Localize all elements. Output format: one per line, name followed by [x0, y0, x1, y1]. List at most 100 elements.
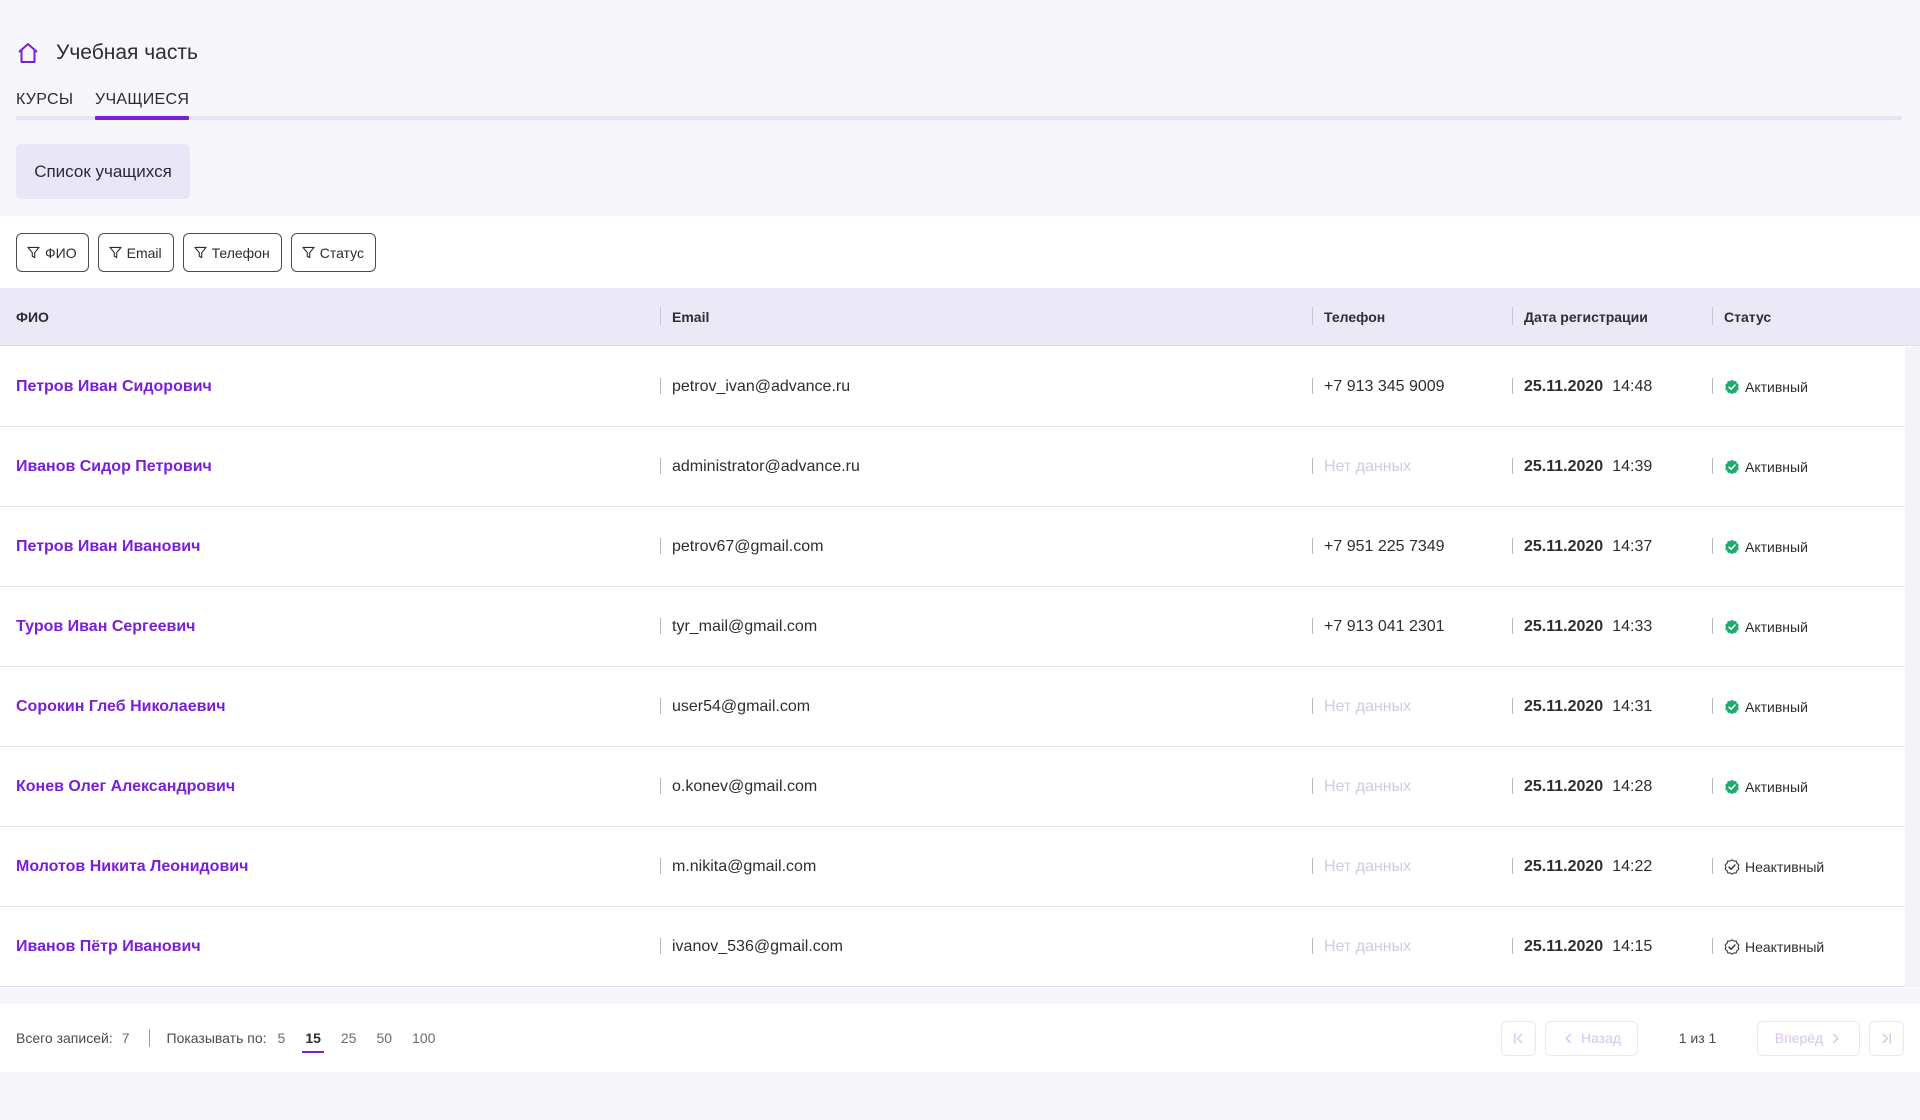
total-count: 7 [121, 1030, 130, 1046]
status-label: Активный [1745, 458, 1808, 475]
table-row[interactable]: Иванов Пётр Иванович ivanov_536@gmail.com… [0, 907, 1905, 987]
page-size-option[interactable]: 5 [277, 1030, 287, 1046]
cell-divider [660, 778, 661, 794]
check-badge-icon [1725, 699, 1739, 714]
tab-students[interactable]: УЧАЩИЕСЯ [95, 91, 190, 120]
registration-time: 14:15 [1612, 937, 1653, 955]
filter-email-button[interactable]: Email [97, 233, 174, 272]
filter-name-button[interactable]: ФИО [16, 233, 89, 272]
page-size-option[interactable]: 50 [375, 1030, 393, 1046]
records-summary: Всего записей: 7 Показывать по: 5 15 25 … [16, 1004, 436, 1072]
tab-courses[interactable]: КУРСЫ [16, 91, 73, 109]
cell-divider [1312, 538, 1313, 554]
column-header-email[interactable]: Email [672, 288, 709, 346]
cell-divider [660, 458, 661, 474]
page-size-option[interactable]: 25 [340, 1030, 358, 1046]
filter-icon [108, 246, 122, 259]
student-name-link[interactable]: Конев Олег Александрович [16, 747, 235, 826]
table-row[interactable]: Петров Иван Иванович petrov67@gmail.com +7… [0, 507, 1905, 587]
registration-time: 14:31 [1612, 697, 1653, 715]
status-label: Неактивный [1745, 858, 1825, 875]
registration-time: 14:33 [1612, 617, 1653, 635]
chevron-right-icon [1833, 1033, 1840, 1043]
student-name-link[interactable]: Сорокин Глеб Николаевич [16, 667, 226, 746]
student-email: m.nikita@gmail.com [672, 857, 817, 875]
page-size-option[interactable]: 100 [411, 1030, 436, 1046]
student-phone-empty: Нет данных [1324, 777, 1412, 795]
filter-status-label: Статус [319, 244, 364, 261]
check-badge-outline-icon [1724, 858, 1740, 875]
student-name-link[interactable]: Иванов Сидор Петрович [16, 427, 212, 506]
table-row[interactable]: Молотов Никита Леонидович m.nikita@gmail.… [0, 827, 1905, 907]
total-label: Всего записей: [16, 1030, 113, 1046]
registration-datetime: 25.11.2020 14:15 [1524, 907, 1652, 986]
column-header-status[interactable]: Статус [1724, 288, 1771, 346]
table-header: ФИО Email Телефон Дата регистрации Стату… [0, 288, 1920, 346]
registration-time: 14:48 [1612, 377, 1653, 395]
filter-status-button[interactable]: Статус [290, 233, 376, 272]
first-page-button[interactable] [1501, 1020, 1536, 1056]
registration-datetime: 25.11.2020 14:39 [1524, 427, 1652, 506]
registration-date: 25.11.2020 [1524, 937, 1604, 955]
registration-date: 25.11.2020 [1524, 777, 1604, 795]
check-badge-outline-icon [1724, 938, 1740, 955]
student-name-link[interactable]: Петров Иван Сидорович [16, 347, 212, 426]
cell-divider [1712, 778, 1713, 794]
registration-datetime: 25.11.2020 14:33 [1524, 587, 1652, 666]
table-row[interactable]: Сорокин Глеб Николаевич user54@gmail.com Н… [0, 667, 1905, 747]
status-active: Активный [1724, 667, 1808, 746]
vertical-scrollbar[interactable] [1905, 347, 1920, 987]
check-badge-icon [1725, 459, 1739, 474]
student-email: petrov67@gmail.com [672, 537, 824, 555]
cell-divider [1512, 538, 1513, 554]
registration-date: 25.11.2020 [1524, 537, 1604, 555]
page-size-option-selected[interactable]: 15 [302, 1030, 324, 1053]
filter-phone-button[interactable]: Телефон [182, 233, 282, 272]
registration-date: 25.11.2020 [1524, 377, 1604, 395]
column-header-phone[interactable]: Телефон [1324, 288, 1385, 346]
table-row[interactable]: Туров Иван Сергеевич tyr_mail@gmail.com +7… [0, 587, 1905, 667]
column-divider[interactable] [660, 307, 661, 325]
table-row[interactable]: Конев Олег Александрович o.konev@gmail.co… [0, 747, 1905, 827]
cell-divider [1312, 378, 1313, 394]
student-name-link[interactable]: Петров Иван Иванович [16, 507, 200, 586]
last-page-button[interactable] [1869, 1020, 1904, 1056]
table-row[interactable]: Иванов Сидор Петрович administrator@advan… [0, 427, 1905, 507]
check-badge-icon [1725, 379, 1739, 394]
status-label: Активный [1745, 778, 1808, 795]
student-email: user54@gmail.com [672, 697, 811, 715]
student-phone: +7 913 345 9009 [1324, 377, 1445, 395]
filter-phone-label: Телефон [211, 244, 270, 261]
registration-date: 25.11.2020 [1524, 457, 1604, 475]
student-phone-empty: Нет данных [1324, 857, 1412, 875]
status-active: Активный [1724, 427, 1808, 506]
registration-datetime: 25.11.2020 14:37 [1524, 507, 1652, 586]
column-header-date[interactable]: Дата регистрации [1524, 288, 1648, 346]
home-icon[interactable] [16, 41, 40, 65]
cell-divider [1712, 378, 1713, 394]
student-name-link[interactable]: Молотов Никита Леонидович [16, 827, 248, 906]
table-row[interactable]: Петров Иван Сидорович petrov_ivan@advance… [0, 347, 1905, 427]
student-name-link[interactable]: Иванов Пётр Иванович [16, 907, 201, 986]
filter-email-label: Email [126, 244, 162, 261]
cell-divider [1712, 938, 1713, 954]
next-page-label: Вперёд [1774, 1030, 1824, 1046]
column-header-name[interactable]: ФИО [16, 288, 49, 346]
registration-time: 14:28 [1612, 777, 1653, 795]
registration-datetime: 25.11.2020 14:22 [1524, 827, 1652, 906]
next-page-button[interactable]: Вперёд [1757, 1020, 1860, 1056]
column-divider[interactable] [1312, 307, 1313, 325]
cell-divider [1512, 938, 1513, 954]
student-name-link[interactable]: Туров Иван Сергеевич [16, 587, 195, 666]
cell-divider [660, 618, 661, 634]
cell-divider [1712, 698, 1713, 714]
column-divider[interactable] [1512, 307, 1513, 325]
page-header: Учебная часть [16, 38, 198, 68]
table-body: Петров Иван Сидорович petrov_ivan@advance… [0, 347, 1905, 987]
cell-divider [660, 378, 661, 394]
cell-divider [1312, 458, 1313, 474]
registration-date: 25.11.2020 [1524, 697, 1604, 715]
column-divider[interactable] [1712, 307, 1713, 325]
filter-bar: ФИО Email Телефон Статус [16, 233, 376, 272]
prev-page-button[interactable]: Назад [1545, 1020, 1638, 1056]
